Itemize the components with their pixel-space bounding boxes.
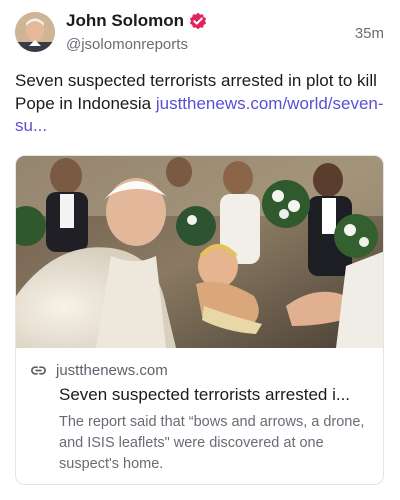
card-thumbnail bbox=[16, 156, 383, 348]
author-display-name[interactable]: John Solomon bbox=[66, 11, 207, 31]
card-description: The report said that “bows and arrows, a… bbox=[59, 414, 365, 472]
display-name-text: John Solomon bbox=[66, 11, 185, 30]
card-title: Seven suspected terrorists arrested i... bbox=[59, 385, 351, 404]
author-handle[interactable]: @jsolomonreports bbox=[66, 36, 188, 53]
link-icon bbox=[31, 366, 46, 375]
author-avatar[interactable] bbox=[15, 12, 55, 52]
thumbnail-photo bbox=[16, 156, 383, 348]
card-domain: justthenews.com bbox=[56, 362, 168, 379]
social-post: John Solomon @jsolomonreports 35m Seven … bbox=[0, 0, 400, 500]
post-timestamp[interactable]: 35m bbox=[355, 25, 384, 42]
verified-badge-icon bbox=[189, 12, 207, 30]
card-domain-row: justthenews.com bbox=[30, 362, 168, 379]
post-body: Seven suspected terrorists arrested in p… bbox=[15, 70, 387, 138]
avatar-image bbox=[15, 12, 55, 52]
link-preview-card[interactable]: justthenews.com Seven suspected terroris… bbox=[15, 155, 384, 485]
